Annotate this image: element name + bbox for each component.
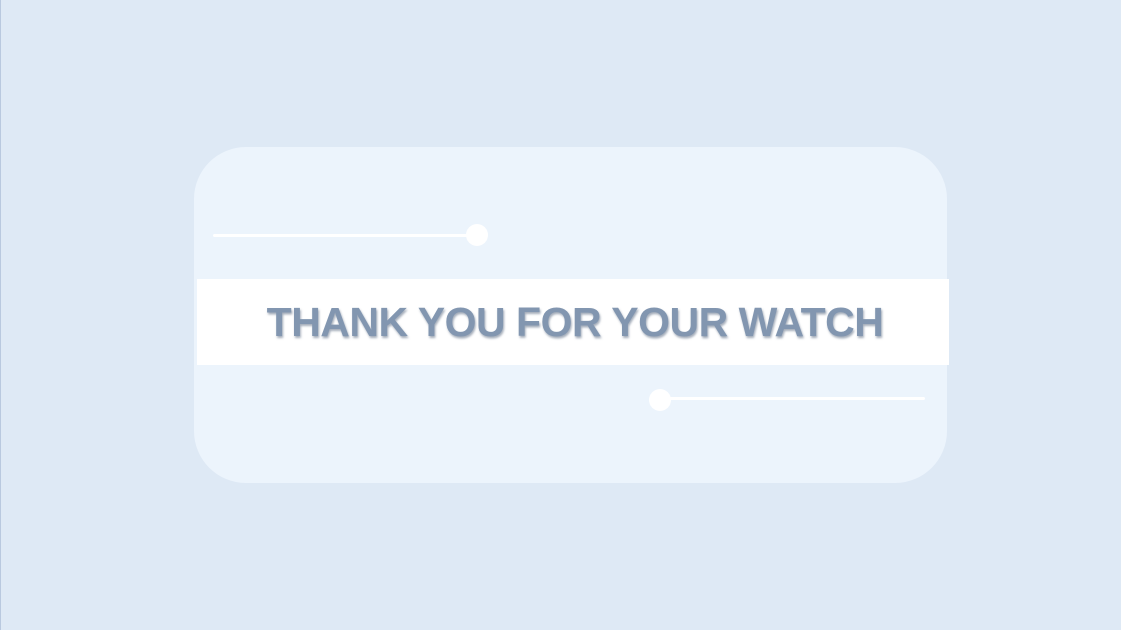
slide-left-edge <box>0 0 1 630</box>
decorative-dot-bottom-icon <box>649 389 671 411</box>
decorative-dot-top-icon <box>466 224 488 246</box>
decorative-line-top <box>213 234 475 237</box>
slide-title: THANK YOU FOR YOUR WATCH <box>266 298 884 345</box>
decorative-line-bottom <box>664 397 925 400</box>
title-band: THANK YOU FOR YOUR WATCH <box>197 279 949 365</box>
